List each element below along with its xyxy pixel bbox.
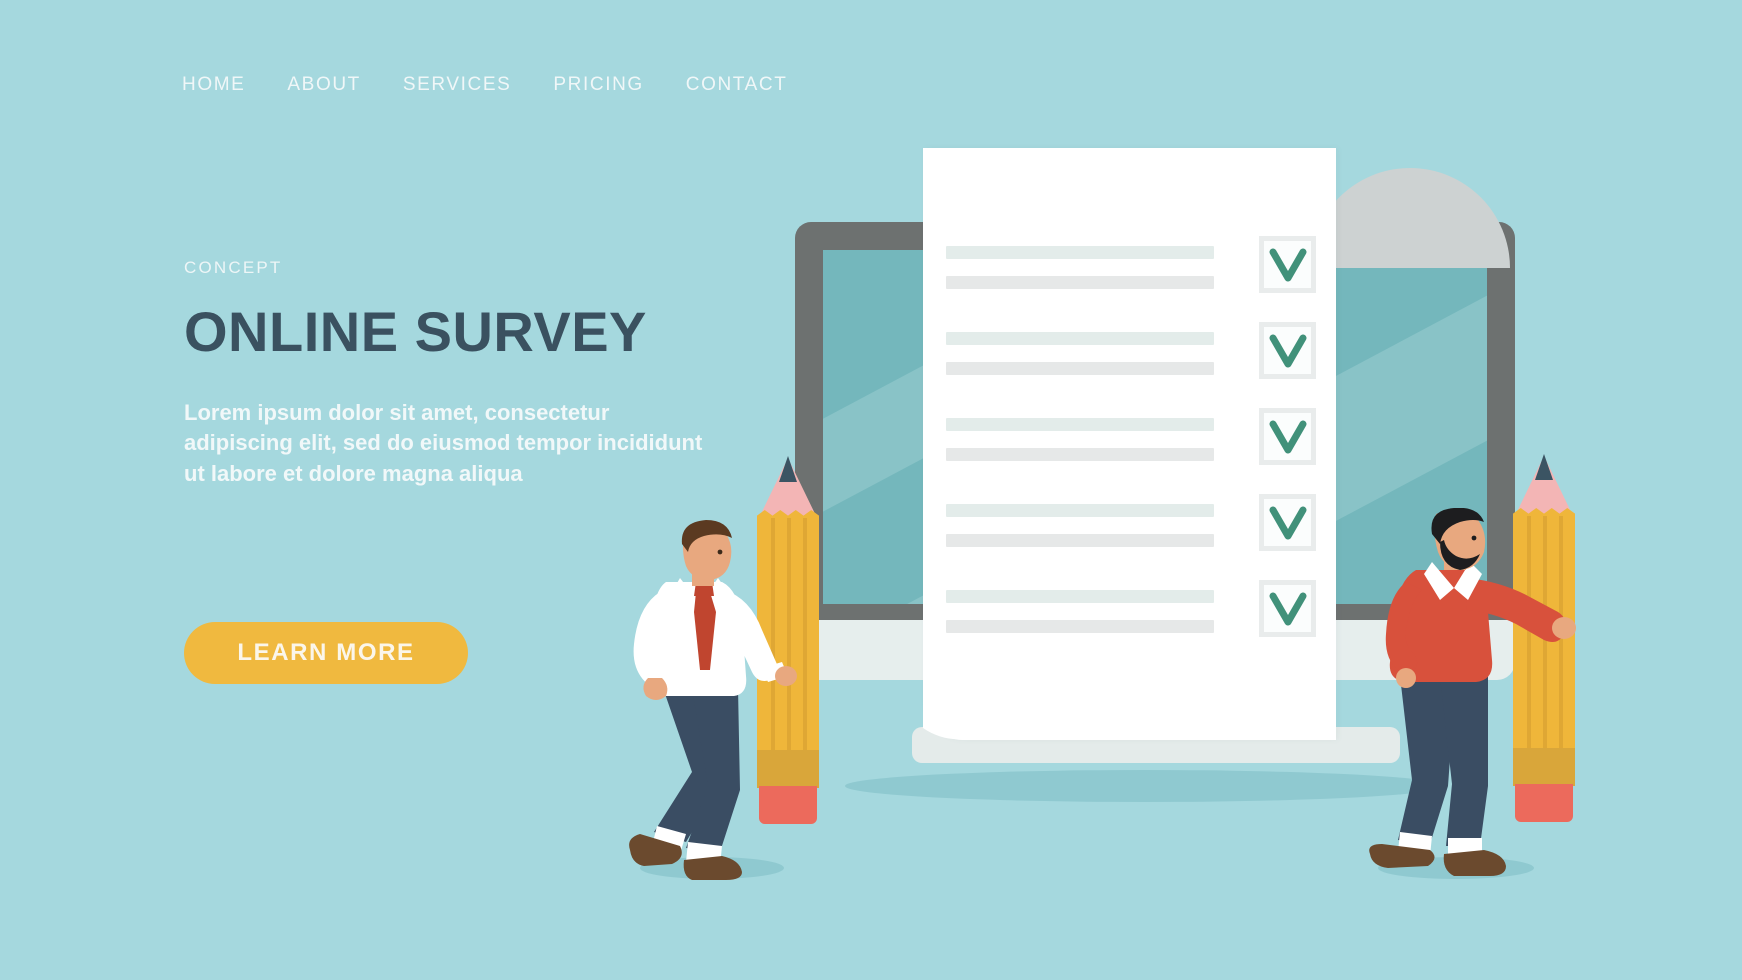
hand-back: [1396, 668, 1416, 688]
checkbox-1[interactable]: [1259, 236, 1316, 293]
pencil-graphite: [1535, 454, 1553, 480]
hand-front: [775, 666, 797, 686]
check-icon: [1269, 334, 1306, 367]
checklist: [946, 236, 1316, 666]
person-businessman-left: [629, 520, 797, 880]
checkbox-5[interactable]: [1259, 580, 1316, 637]
text-line: [946, 504, 1214, 517]
checklist-row: [946, 580, 1316, 666]
hero-paragraph: Lorem ipsum dolor sit amet, consectetur …: [184, 400, 703, 486]
checklist-row: [946, 322, 1316, 408]
text-line: [946, 620, 1214, 633]
check-icon: [1269, 248, 1306, 281]
text-line: [946, 246, 1214, 259]
question-text-lines: [946, 504, 1214, 547]
shoe-front: [1443, 850, 1506, 876]
question-text-lines: [946, 418, 1214, 461]
nav-item-services[interactable]: SERVICES: [403, 74, 512, 96]
learn-more-button[interactable]: LEARN MORE: [184, 622, 468, 684]
nav-item-home[interactable]: HOME: [182, 74, 245, 96]
question-text-lines: [946, 590, 1214, 633]
hand-in-pocket: [643, 678, 668, 700]
text-line: [946, 332, 1214, 345]
nav-item-contact[interactable]: CONTACT: [686, 74, 788, 96]
question-text-lines: [946, 246, 1214, 289]
hand-front: [1552, 617, 1576, 639]
check-icon: [1269, 506, 1306, 539]
page-title: ONLINE SURVEY: [184, 300, 647, 363]
document-bottom-curve: [923, 700, 1336, 740]
hero-eyebrow: CONCEPT: [184, 258, 283, 277]
checklist-row: [946, 408, 1316, 494]
checkbox-2[interactable]: [1259, 322, 1316, 379]
eye: [1471, 535, 1477, 541]
pencil-graphite: [779, 456, 797, 482]
primary-navigation: HOME ABOUT SERVICES PRICING CONTACT: [182, 74, 787, 96]
nav-item-pricing[interactable]: PRICING: [553, 74, 643, 96]
text-line: [946, 590, 1214, 603]
eye: [717, 549, 723, 555]
checkbox-3[interactable]: [1259, 408, 1316, 465]
survey-document: [923, 148, 1336, 740]
person-right: [1369, 508, 1576, 879]
check-icon: [1269, 592, 1306, 625]
text-line: [946, 418, 1214, 431]
question-text-lines: [946, 332, 1214, 375]
paper-curl: [1310, 168, 1510, 268]
text-line: [946, 448, 1214, 461]
checklist-row: [946, 494, 1316, 580]
checkbox-4[interactable]: [1259, 494, 1316, 551]
check-icon: [1269, 420, 1306, 453]
text-line: [946, 276, 1214, 289]
checklist-row: [946, 236, 1316, 322]
text-line: [946, 534, 1214, 547]
hero-copy: CONCEPT ONLINE SURVEY Lorem ipsum dolor …: [184, 258, 744, 489]
nav-item-about[interactable]: ABOUT: [287, 74, 360, 96]
text-line: [946, 362, 1214, 375]
illustration-stage: HOME ABOUT SERVICES PRICING CONTACT CONC…: [0, 0, 1742, 980]
